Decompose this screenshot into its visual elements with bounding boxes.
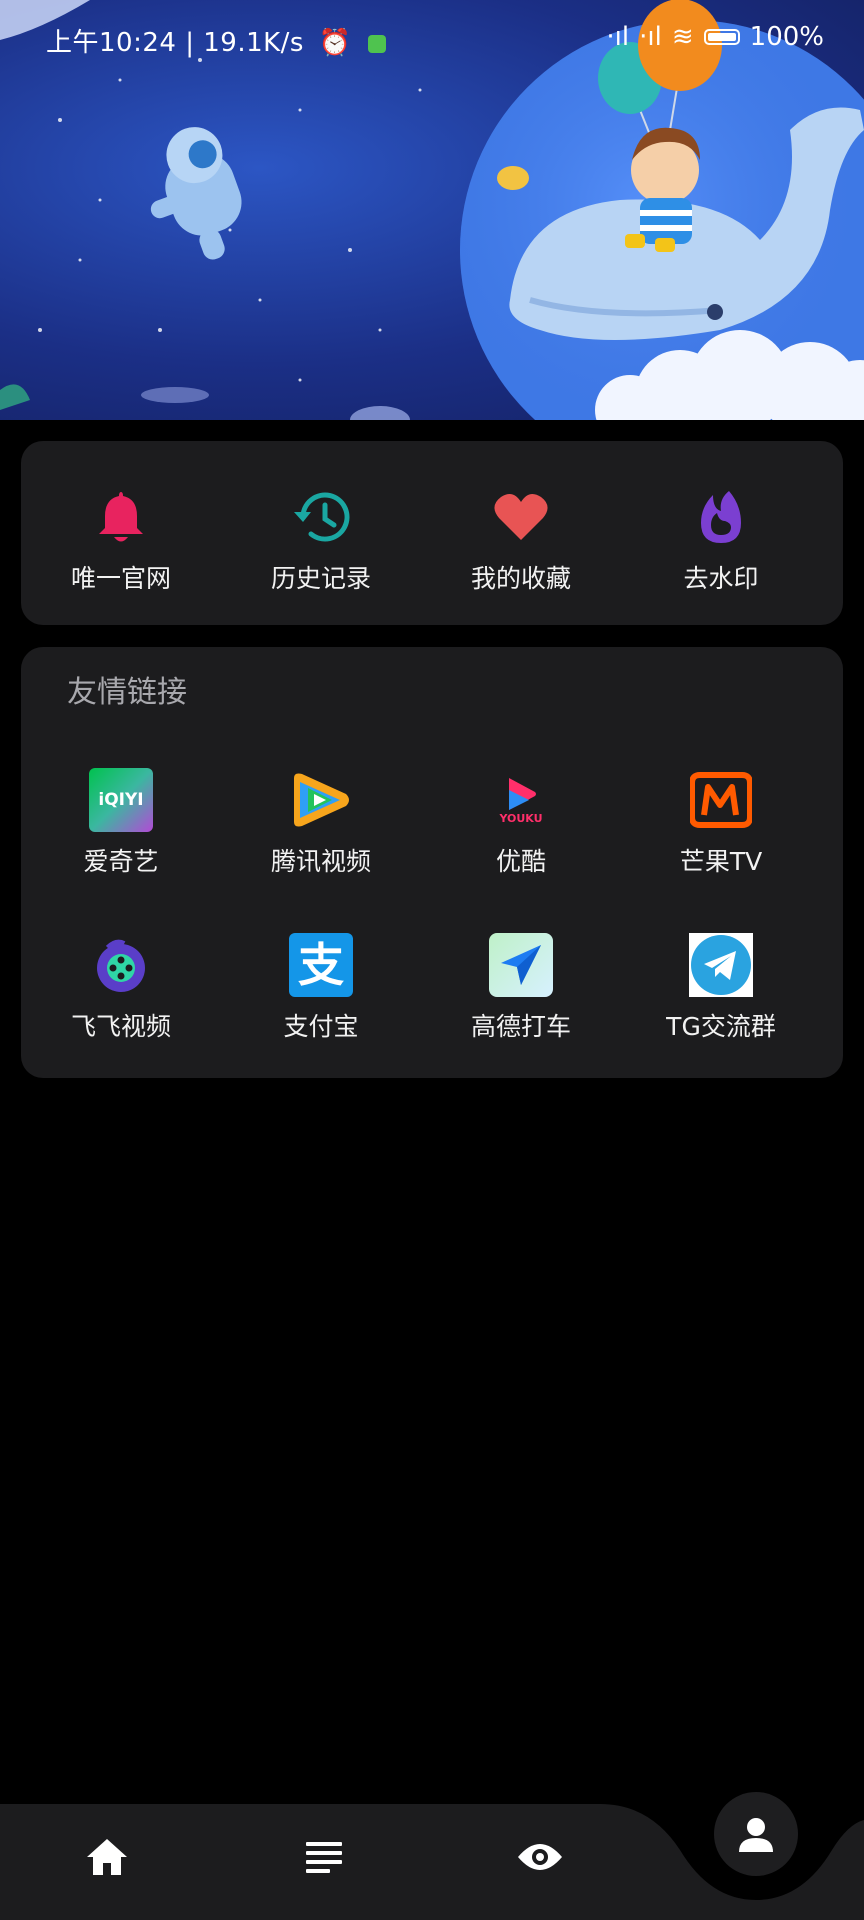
bell-icon	[89, 485, 153, 549]
quick-actions-card: 唯一官网 历史记录 我的收藏 去水印	[21, 441, 843, 625]
flame-icon	[689, 485, 753, 549]
list-icon	[306, 1842, 342, 1873]
history-icon	[289, 485, 353, 549]
quick-action-remove-watermark[interactable]: 去水印	[621, 485, 821, 595]
status-bar: 上午10:24 | 19.1K/s ⏰ ·ıl ·ıl ≋ 100%	[0, 0, 864, 78]
link-label: TG交流群	[666, 1012, 776, 1041]
quick-action-official-site[interactable]: 唯一官网	[21, 485, 221, 595]
user-icon	[739, 1818, 773, 1852]
nav-home-button[interactable]	[72, 1822, 142, 1892]
link-mango-tv[interactable]: 芒果TV	[621, 768, 821, 878]
status-time: 上午10:24 | 19.1K/s ⏰	[46, 22, 387, 59]
tencent-video-icon	[289, 768, 353, 832]
link-label: 爱奇艺	[83, 847, 159, 876]
signal-icon: ·ıl	[606, 22, 630, 52]
friend-links-row-1: iQIYI 爱奇艺 腾讯视频 YOUKU 优酷 芒果TV	[21, 768, 843, 878]
alipay-icon: 支	[289, 933, 353, 997]
link-label: 高德打车	[470, 1012, 571, 1041]
heart-icon	[489, 485, 553, 549]
signal-icon-2: ·ıl	[639, 22, 662, 52]
friend-links-title: 友情链接	[67, 675, 187, 710]
youku-icon: YOUKU	[489, 768, 553, 832]
eye-icon	[518, 1844, 562, 1870]
link-label: 芒果TV	[679, 847, 763, 876]
link-tencent-video[interactable]: 腾讯视频	[221, 768, 421, 878]
telegram-icon	[689, 933, 753, 997]
link-label: 支付宝	[283, 1012, 359, 1041]
nav-list-button[interactable]	[289, 1822, 359, 1892]
link-telegram[interactable]: TG交流群	[621, 933, 821, 1043]
link-feifei-video[interactable]: 飞飞视频	[21, 933, 221, 1043]
home-icon	[87, 1839, 127, 1875]
friend-links-row-2: 飞飞视频 支 支付宝 高德打车 TG交流群	[21, 933, 843, 1043]
status-indicators: ·ıl ·ıl ≋ 100%	[606, 22, 824, 52]
header-banner: 上午10:24 | 19.1K/s ⏰ ·ıl ·ıl ≋ 100%	[0, 0, 864, 420]
wifi-icon: ≋	[671, 22, 694, 52]
friend-links-card: 友情链接 iQIYI 爱奇艺 腾讯视频 YOUKU 优酷 芒果TV 飞飞视频 支…	[21, 647, 843, 1078]
youku-logo-text: YOUKU	[499, 811, 543, 825]
link-label: 优酷	[495, 847, 546, 876]
link-label: 腾讯视频	[270, 847, 371, 876]
vpn-icon	[368, 34, 387, 53]
feifei-video-icon	[89, 933, 153, 997]
nav-watch-button[interactable]	[505, 1822, 575, 1892]
quick-action-label: 历史记录	[270, 564, 371, 593]
nav-profile-button[interactable]	[714, 1792, 798, 1876]
link-amap-taxi[interactable]: 高德打车	[421, 933, 621, 1043]
mango-tv-icon	[689, 768, 753, 832]
link-youku[interactable]: YOUKU 优酷	[421, 768, 621, 878]
link-iqiyi[interactable]: iQIYI 爱奇艺	[21, 768, 221, 878]
status-clock: 上午10:24	[46, 28, 177, 58]
alipay-logo-text: 支	[298, 938, 344, 992]
link-alipay[interactable]: 支 支付宝	[221, 933, 421, 1043]
quick-action-label: 去水印	[683, 564, 759, 593]
alarm-icon: ⏰	[318, 28, 352, 58]
link-label: 飞飞视频	[70, 1012, 171, 1041]
status-network-speed: 19.1K/s	[203, 28, 304, 58]
quick-actions-row: 唯一官网 历史记录 我的收藏 去水印	[21, 485, 843, 595]
amap-taxi-icon	[489, 933, 553, 997]
iqiyi-icon: iQIYI	[89, 768, 153, 832]
quick-action-history[interactable]: 历史记录	[221, 485, 421, 595]
status-separator: |	[185, 28, 204, 58]
quick-action-favorites[interactable]: 我的收藏	[421, 485, 621, 595]
battery-icon	[703, 29, 740, 45]
quick-action-label: 我的收藏	[470, 564, 571, 593]
iqiyi-logo-text: iQIYI	[98, 790, 144, 810]
quick-action-label: 唯一官网	[70, 564, 171, 593]
battery-level: 100%	[749, 22, 824, 52]
